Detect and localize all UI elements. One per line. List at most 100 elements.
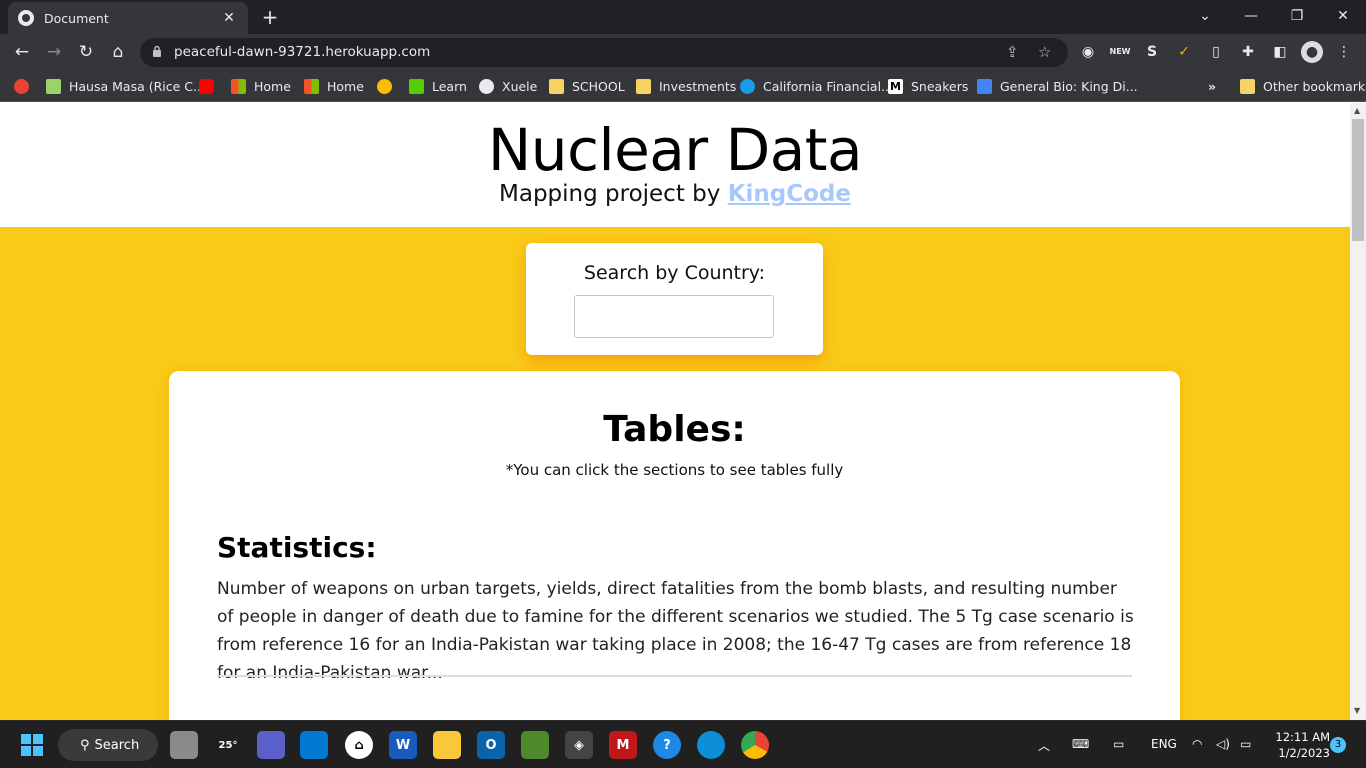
scrollbar-thumb[interactable]: [1352, 119, 1364, 241]
m-icon: M: [888, 78, 903, 94]
windows-taskbar: ⚲ Search 25° ⌂ W O ◈ M ? ︿ ⌨ ▭ ENG ◠ ◁) ▭…: [0, 720, 1366, 768]
checkmark-extension-icon[interactable]: ✓: [1173, 41, 1195, 63]
back-icon[interactable]: ←: [9, 40, 35, 64]
side-panel-icon[interactable]: ◧: [1269, 41, 1291, 63]
browser-tab[interactable]: Document ✕: [8, 2, 248, 34]
page-title: Nuclear Data: [487, 116, 863, 184]
bookmark-pinwheel[interactable]: [377, 76, 400, 96]
bookmark-label: General Bio: King Di...: [1000, 78, 1138, 94]
close-tab-icon[interactable]: ✕: [220, 10, 238, 26]
bookmarks-bar: Hausa Masa (Rice C... Home Home Learn Xu…: [0, 70, 1366, 102]
pinwheel-icon: [14, 78, 29, 94]
globe-icon: [479, 78, 494, 94]
microsoft-icon: [304, 78, 319, 94]
chrome-icon[interactable]: [741, 731, 769, 759]
outlook-icon[interactable]: O: [477, 731, 505, 759]
statistics-description[interactable]: Number of weapons on urban targets, yiel…: [217, 575, 1135, 687]
tables-heading: Tables:: [603, 409, 746, 450]
mcafee-icon[interactable]: M: [609, 731, 637, 759]
teams-chat-icon[interactable]: [257, 731, 285, 759]
browser-tab-strip: Document ✕ + ⌄ — ❐ ✕: [0, 0, 1366, 34]
bookmark-youtube[interactable]: [199, 76, 222, 96]
tray-chevron-icon[interactable]: ︿: [1038, 737, 1050, 754]
bookmark-label: Investments: [659, 78, 737, 94]
folder-icon: [549, 78, 564, 94]
page-viewport: Nuclear Data Mapping project by KingCode…: [0, 103, 1350, 720]
url-text: peaceful-dawn-93721.herokuapp.com: [174, 44, 431, 60]
globe-icon: [18, 10, 34, 26]
page-header: Nuclear Data Mapping project by KingCode: [0, 103, 1350, 227]
scroll-up-icon[interactable]: ▲: [1354, 106, 1360, 115]
content-section: Search by Country: Tables: *You can clic…: [0, 227, 1350, 720]
page-scrollbar[interactable]: ▲ ▼: [1350, 103, 1366, 720]
bookmark-label: Hausa Masa (Rice C...: [69, 78, 205, 94]
share-icon[interactable]: ⇪: [1006, 43, 1019, 61]
help-icon[interactable]: ?: [653, 731, 681, 759]
bookmark-item[interactable]: Xuele: [479, 76, 537, 96]
site-icon: [46, 78, 61, 94]
weather-widget[interactable]: 25°: [214, 731, 242, 759]
bookmark-folder[interactable]: Investments: [636, 76, 736, 96]
task-view-icon[interactable]: [170, 731, 198, 759]
bookmark-item[interactable]: M Sneakers: [888, 76, 968, 96]
tab-search-icon[interactable]: ⌄: [1190, 4, 1220, 28]
menu-kebab-icon[interactable]: ⋮: [1333, 41, 1355, 63]
edge-icon[interactable]: [697, 731, 725, 759]
file-explorer-icon[interactable]: [433, 731, 461, 759]
statistics-heading[interactable]: Statistics:: [217, 531, 377, 564]
bookmark-label: Learn: [432, 78, 467, 94]
phone-extension-icon[interactable]: ▯: [1205, 41, 1227, 63]
address-bar[interactable]: peaceful-dawn-93721.herokuapp.com ⇪ ☆: [140, 38, 1068, 67]
new-tab-button[interactable]: +: [259, 6, 281, 28]
salesforce-icon: [740, 78, 755, 94]
pen-icon[interactable]: ▭: [1113, 737, 1124, 751]
section-divider: [217, 675, 1132, 677]
lock-icon: [153, 45, 161, 57]
notification-badge[interactable]: 3: [1330, 737, 1346, 753]
taskbar-search[interactable]: ⚲ Search: [58, 729, 158, 761]
close-window-button[interactable]: ✕: [1328, 4, 1358, 28]
restore-button[interactable]: ❐: [1282, 4, 1312, 28]
forward-icon[interactable]: →: [41, 40, 67, 64]
bookmark-item[interactable]: General Bio: King Di...: [977, 76, 1138, 96]
store-icon[interactable]: [300, 731, 328, 759]
bookmark-item[interactable]: California Financial...: [740, 76, 893, 96]
microsoft-icon: [231, 78, 246, 94]
minecraft-icon[interactable]: [521, 731, 549, 759]
puzzle-icon[interactable]: ✚: [1237, 41, 1259, 63]
app-icon[interactable]: ⌂: [345, 731, 373, 759]
home-icon[interactable]: ⌂: [105, 40, 131, 64]
bookmark-item[interactable]: Home: [304, 76, 364, 96]
keyboard-icon[interactable]: ⌨: [1072, 737, 1089, 751]
folder-icon: [636, 78, 651, 94]
page-subtitle: Mapping project by KingCode: [0, 181, 1350, 207]
bookmark-pinwheel-icon[interactable]: [14, 76, 37, 96]
reload-icon[interactable]: ↻: [73, 40, 99, 64]
other-bookmarks-folder[interactable]: Other bookmarks: [1240, 76, 1366, 96]
wifi-icon[interactable]: ◠: [1192, 737, 1202, 751]
camera-extension-icon[interactable]: ◉: [1077, 41, 1099, 63]
s-extension-icon[interactable]: S: [1141, 41, 1163, 63]
scroll-down-icon[interactable]: ▼: [1354, 706, 1360, 715]
windows-start-icon[interactable]: [18, 731, 46, 759]
bookmark-label: SCHOOL: [572, 78, 625, 94]
clock-date: 1/2/2023: [1278, 746, 1330, 760]
google-docs-icon: [977, 78, 992, 94]
word-icon[interactable]: W: [389, 731, 417, 759]
battery-icon[interactable]: ▭: [1240, 737, 1251, 751]
profile-avatar[interactable]: ●: [1301, 41, 1323, 63]
bookmark-item[interactable]: Home: [231, 76, 291, 96]
kingcode-link[interactable]: KingCode: [728, 181, 851, 207]
bookmark-star-icon[interactable]: ☆: [1038, 43, 1051, 61]
system-clock[interactable]: 12:11 AM 1/2/2023: [1266, 729, 1330, 761]
new-extension-icon[interactable]: NEW: [1109, 41, 1131, 63]
bookmark-item[interactable]: Learn: [409, 76, 467, 96]
country-search-input[interactable]: [574, 295, 774, 338]
minimize-button[interactable]: —: [1236, 4, 1266, 28]
language-indicator[interactable]: ENG: [1151, 737, 1177, 751]
volume-icon[interactable]: ◁): [1216, 737, 1230, 751]
unity-icon[interactable]: ◈: [565, 731, 593, 759]
bookmarks-overflow-button[interactable]: »: [1208, 76, 1216, 96]
bookmark-folder[interactable]: SCHOOL: [549, 76, 625, 96]
bookmark-item[interactable]: Hausa Masa (Rice C...: [46, 76, 205, 96]
